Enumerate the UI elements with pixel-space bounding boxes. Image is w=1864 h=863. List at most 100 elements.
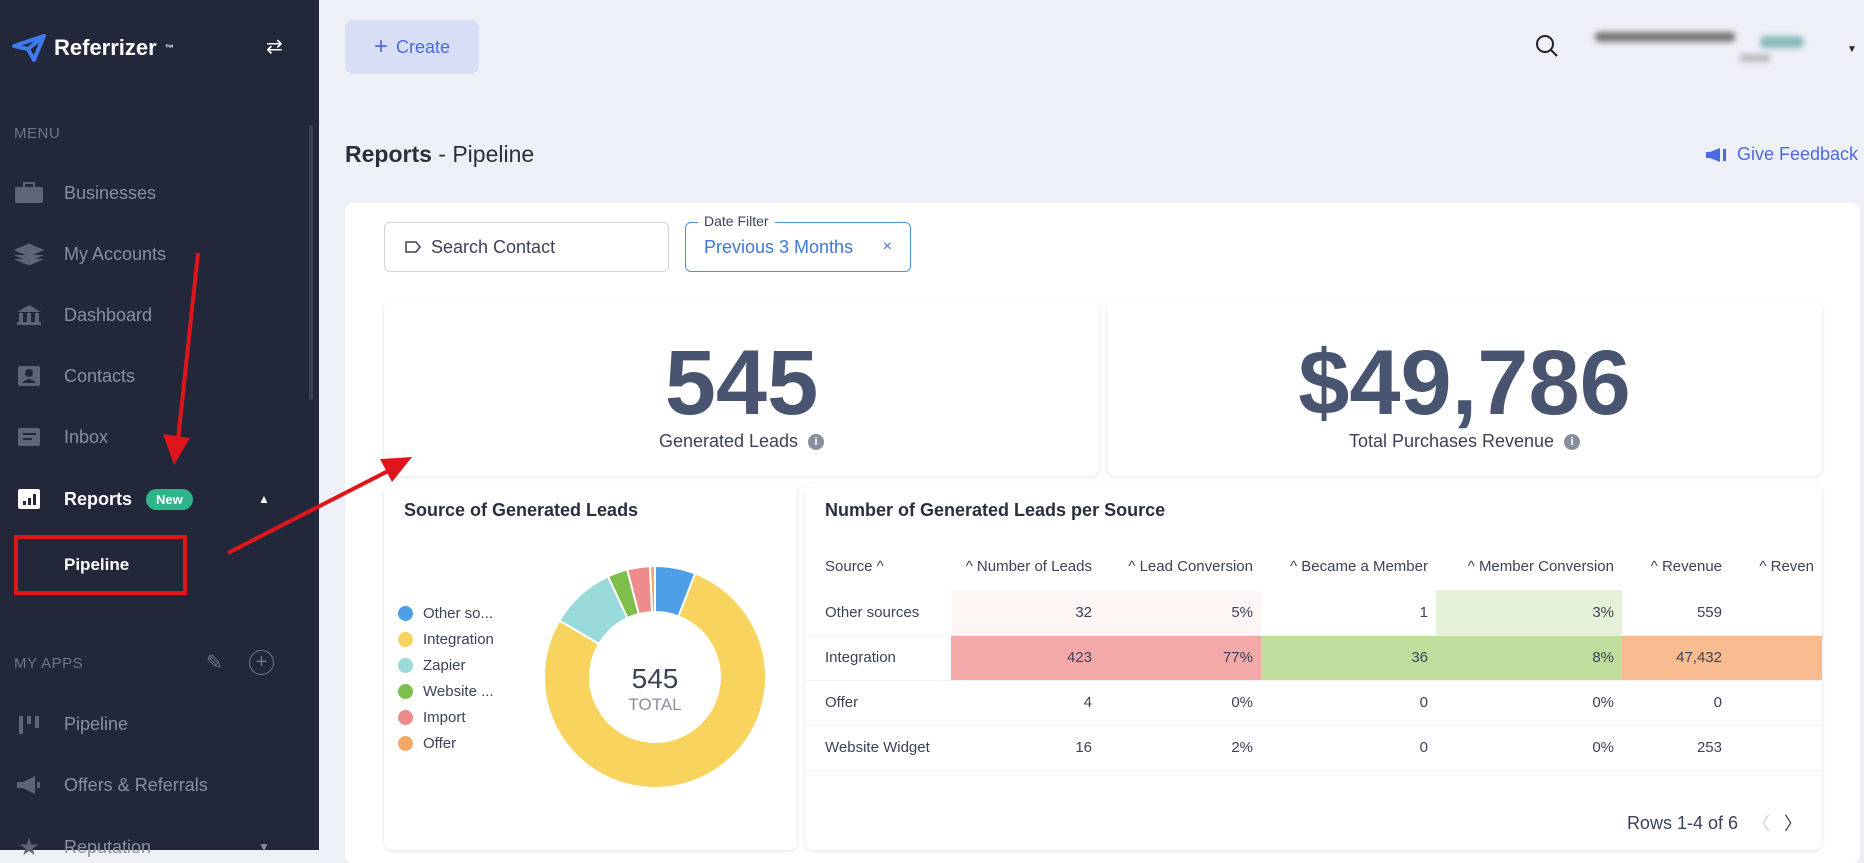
give-feedback-link[interactable]: Give Feedback (1705, 144, 1858, 165)
table-row[interactable]: Website Widget 16 2% 0 0% 253 (805, 725, 1822, 771)
prev-page-icon[interactable]: 〈 (1752, 810, 1770, 836)
legend-item[interactable]: Zapier (398, 652, 494, 678)
sidebar-scrollbar[interactable] (309, 125, 313, 400)
sidebar-item-my-accounts[interactable]: My Accounts (14, 239, 166, 269)
kpi-value: $49,786 (1298, 332, 1631, 434)
megaphone-icon (14, 774, 44, 796)
user-menu-caret-icon[interactable]: ▼ (1847, 44, 1857, 55)
column-header[interactable]: ^ Number of Leads (951, 542, 1100, 590)
legend-item[interactable]: Import (398, 704, 494, 730)
bank-icon (14, 304, 44, 326)
legend-item[interactable]: Website ... (398, 678, 494, 704)
legend-item[interactable]: Other so... (398, 600, 494, 626)
user-profile-blurred[interactable] (1595, 22, 1805, 74)
sidebar-item-label: Businesses (64, 182, 157, 203)
sidebar-item-businesses[interactable]: Businesses (14, 178, 156, 208)
sidebar-item-label: Offers & Referrals (64, 774, 208, 795)
title-page: - Pipeline (431, 141, 535, 167)
swap-arrows-icon[interactable]: ⇄ (266, 34, 283, 59)
add-app-icon[interactable]: + (249, 650, 274, 675)
sidebar-item-inbox[interactable]: Inbox (14, 422, 108, 452)
donut-total-label: TOTAL (628, 695, 681, 714)
brand-logo[interactable]: Referrizer ™ (12, 34, 174, 62)
table-cell: 423 (951, 635, 1100, 681)
column-header[interactable]: ^ Became a Member (1261, 542, 1436, 590)
layers-icon (14, 243, 44, 265)
table-cell (1730, 590, 1822, 636)
table-cell: 0% (1436, 725, 1622, 771)
column-header[interactable]: ^ Reven (1730, 542, 1822, 590)
donut-slice-website[interactable] (606, 568, 640, 620)
search-contact-input[interactable]: Search Contact (384, 222, 669, 272)
sidebar-item-dashboard[interactable]: Dashboard (14, 300, 152, 330)
sidebar: Referrizer ™ ⇄ MENU Businesses My Account… (0, 0, 319, 861)
donut-slice-integration[interactable] (543, 572, 767, 789)
legend-label: Import (423, 708, 466, 726)
legend-swatch (398, 657, 413, 673)
table-cell: 0 (1261, 725, 1436, 771)
date-filter-label: Date Filter (698, 213, 775, 229)
column-header[interactable]: ^ Revenue (1622, 542, 1730, 590)
sidebar-item-label: Contacts (64, 365, 136, 386)
kanban-icon (14, 713, 44, 735)
donut-slice-zapier[interactable] (558, 575, 629, 646)
sidebar-item-reports[interactable]: Reports New ▲ (14, 484, 274, 514)
plus-icon: + (373, 33, 388, 60)
legend-swatch (398, 631, 413, 647)
contact-card-icon (14, 365, 44, 387)
sidebar-item-label: My Accounts (64, 243, 167, 264)
kpi-label: Generated Leads (658, 431, 799, 451)
donut-slice-offer[interactable] (648, 564, 656, 614)
pencil-icon[interactable]: ✎ (206, 650, 223, 675)
star-icon: ★ (18, 833, 40, 861)
leads-table: Source ^ ^ Number of Leads ^ Lead Conversi… (805, 542, 1822, 771)
info-icon[interactable]: i (808, 433, 825, 450)
create-button[interactable]: + Create (345, 20, 479, 74)
column-header[interactable]: ^ Lead Conversion (1100, 542, 1261, 590)
chevron-down-icon[interactable]: ▼ (258, 840, 270, 854)
table-cell: 32 (951, 590, 1100, 636)
table-cell: 0 (1622, 680, 1730, 726)
sidebar-app-offers[interactable]: Offers & Referrals (14, 770, 208, 800)
megaphone-icon (1705, 147, 1726, 162)
legend-label: Zapier (423, 656, 466, 674)
legend-item[interactable]: Integration (398, 626, 494, 652)
table-title: Number of Generated Leads per Source (825, 500, 1166, 520)
table-cell: Offer (805, 680, 951, 726)
pagination: Rows 1-4 of 6 〈〉 (1627, 810, 1802, 836)
legend-label: Website ... (423, 682, 494, 700)
search-icon[interactable] (1535, 34, 1559, 63)
column-header[interactable]: Source ^ (805, 542, 951, 590)
chevron-up-icon[interactable]: ▲ (258, 492, 270, 506)
sidebar-item-label: Dashboard (64, 304, 153, 325)
paper-plane-icon (12, 34, 46, 62)
table-cell: Website Widget (805, 725, 951, 771)
table-cell: 253 (1622, 725, 1730, 771)
table-cell: Other sources (805, 590, 951, 636)
table-cell (1730, 635, 1822, 681)
chart-title: Source of Generated Leads (404, 500, 639, 520)
legend-item[interactable]: Offer (398, 730, 494, 756)
donut-slice-other-so[interactable] (654, 564, 697, 618)
sidebar-item-contacts[interactable]: Contacts (14, 361, 135, 391)
table-cell (1730, 680, 1822, 726)
menu-label: MENU (14, 125, 61, 142)
kpi-label: Total Purchases Revenue (1348, 431, 1555, 451)
table-cell: 0% (1436, 680, 1622, 726)
next-page-icon[interactable]: 〉 (1784, 810, 1802, 836)
sidebar-app-pipeline[interactable]: Pipeline (14, 709, 128, 739)
table-row[interactable]: Other sources 32 5% 1 3% 559 (805, 590, 1822, 636)
kpi-total-revenue: $49,786 Total Purchases Revenue i (1107, 301, 1822, 476)
table-row[interactable]: Integration 423 77% 36 8% 47,432 (805, 635, 1822, 681)
clear-date-icon[interactable]: × (883, 238, 892, 256)
sidebar-app-reputation[interactable]: ★ Reputation ▼ (14, 832, 274, 862)
column-header[interactable]: ^ Member Conversion (1436, 542, 1622, 590)
donut-slice-import[interactable] (625, 565, 654, 616)
create-label: Create (395, 36, 451, 57)
info-icon[interactable]: i (1564, 433, 1581, 450)
leads-per-source-card: Number of Generated Leads per Source Sou… (805, 484, 1822, 850)
my-apps-label: MY APPS (14, 655, 84, 672)
table-cell: 77% (1100, 635, 1261, 681)
date-filter[interactable]: Date Filter Previous 3 Months × (685, 213, 911, 272)
table-row[interactable]: Offer 4 0% 0 0% 0 (805, 680, 1822, 726)
